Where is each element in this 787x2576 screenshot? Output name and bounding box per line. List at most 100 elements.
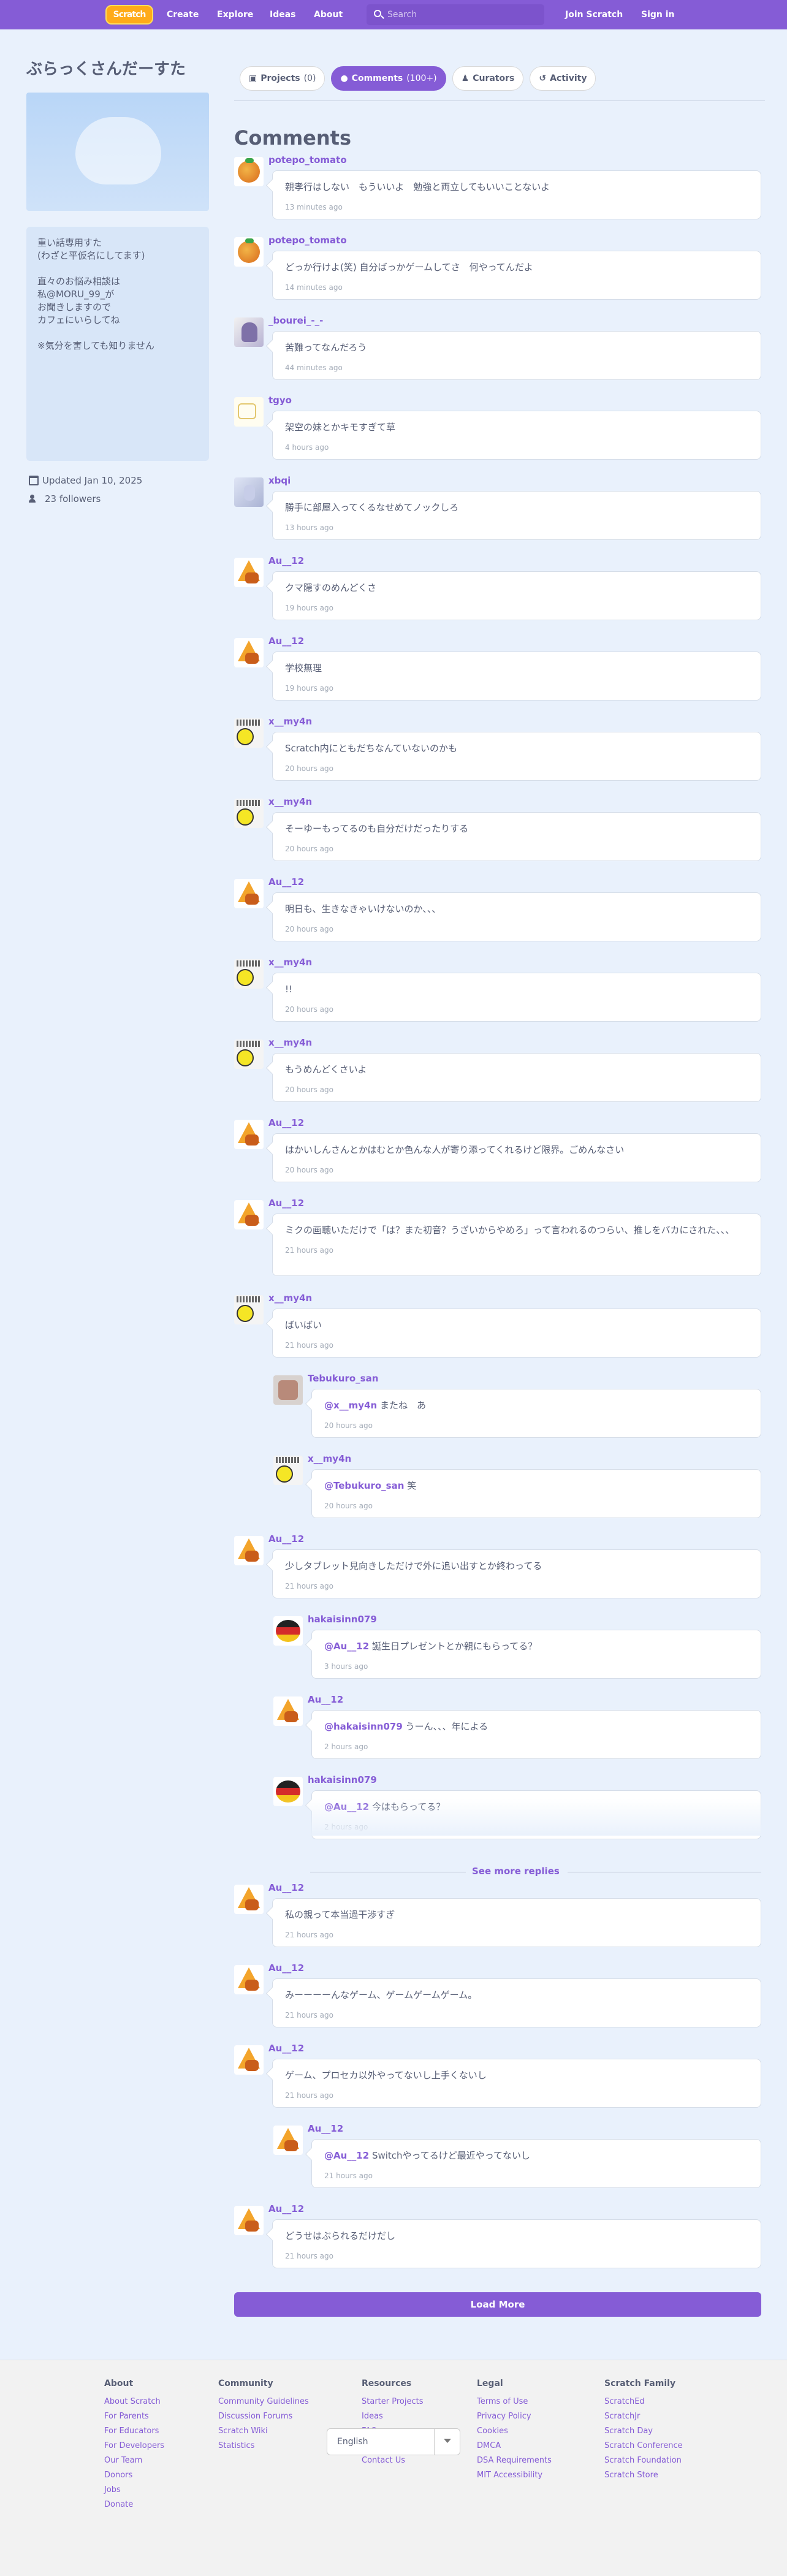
comment-username[interactable]: Au__12 (268, 1533, 304, 1544)
comment-username[interactable]: x__my4n (268, 1293, 312, 1304)
footer-link[interactable]: For Parents (104, 2409, 164, 2424)
comment-username[interactable]: x__my4n (268, 716, 312, 727)
user-avatar[interactable] (234, 799, 264, 828)
user-avatar[interactable] (273, 1696, 303, 1726)
see-more-replies-label[interactable]: See more replies (472, 1866, 560, 1877)
footer-link[interactable]: Scratch Day (604, 2424, 683, 2439)
footer-link[interactable]: Scratch Conference (604, 2439, 683, 2453)
search-input[interactable]: Search (367, 4, 544, 25)
comment-username[interactable]: Au__12 (308, 2123, 343, 2134)
footer-link[interactable]: DSA Requirements (477, 2453, 552, 2468)
user-avatar[interactable] (234, 718, 264, 748)
comment-username[interactable]: Au__12 (268, 1882, 304, 1893)
comment-mention[interactable]: @Tebukuro_san (324, 1480, 404, 1491)
footer-link[interactable]: Starter Projects (362, 2395, 423, 2409)
comment-username[interactable]: potepo_tomato (268, 154, 347, 165)
user-avatar[interactable] (234, 1885, 264, 1914)
footer-link[interactable]: Terms of Use (477, 2395, 552, 2409)
nav-ideas[interactable]: Ideas (270, 0, 296, 29)
tab-comments[interactable]: ● Comments (100+) (331, 66, 446, 91)
see-more-replies[interactable]: See more replies (310, 1866, 761, 1877)
nav-explore[interactable]: Explore (217, 0, 253, 29)
comment-username[interactable]: tgyo (268, 395, 292, 406)
footer-link[interactable]: Discussion Forums (218, 2409, 309, 2424)
footer-link[interactable]: Donate (104, 2498, 164, 2512)
footer-link[interactable]: Scratch Wiki (218, 2424, 309, 2439)
footer-link[interactable]: Cookies (477, 2424, 552, 2439)
comment-username[interactable]: hakaisinn079 (308, 1774, 377, 1785)
user-avatar[interactable] (234, 2045, 264, 2075)
comment-username[interactable]: Au__12 (308, 1694, 343, 1705)
chevron-down-icon[interactable] (434, 2429, 460, 2455)
comment-username[interactable]: x__my4n (268, 957, 312, 968)
footer-link[interactable]: DMCA (477, 2439, 552, 2453)
user-avatar[interactable] (234, 317, 264, 347)
comment-username[interactable]: x__my4n (308, 1453, 351, 1464)
footer-link[interactable]: Scratch Foundation (604, 2453, 683, 2468)
tab-projects[interactable]: ▣ Projects (0) (240, 66, 325, 91)
user-avatar[interactable] (234, 1120, 264, 1149)
footer-link[interactable]: Donors (104, 2468, 164, 2483)
footer-link[interactable]: ScratchJr (604, 2409, 683, 2424)
comment-mention[interactable]: @x__my4n (324, 1400, 377, 1411)
sign-in-link[interactable]: Sign in (641, 0, 675, 29)
language-select[interactable]: English (327, 2428, 460, 2455)
footer-link[interactable]: Scratch Store (604, 2468, 683, 2483)
user-avatar[interactable] (234, 237, 264, 267)
tab-activity[interactable]: ↺ Activity (530, 66, 596, 91)
footer-link[interactable]: For Educators (104, 2424, 164, 2439)
nav-create[interactable]: Create (167, 0, 199, 29)
scratch-logo[interactable]: Scratch (105, 5, 153, 25)
load-more-button[interactable]: Load More (234, 2292, 761, 2317)
footer-link[interactable]: MIT Accessibility (477, 2468, 552, 2483)
comment-username[interactable]: Au__12 (268, 1198, 304, 1209)
user-avatar[interactable] (273, 1456, 303, 1485)
comment-username[interactable]: xbqi (268, 475, 291, 486)
tab-curators[interactable]: ♟ Curators (452, 66, 524, 91)
comment-username[interactable]: x__my4n (268, 1037, 312, 1048)
user-avatar[interactable] (234, 879, 264, 908)
comment-username[interactable]: Au__12 (268, 636, 304, 647)
user-avatar[interactable] (234, 1200, 264, 1229)
comment-username[interactable]: Au__12 (268, 876, 304, 887)
user-avatar[interactable] (234, 1295, 264, 1324)
comment-username[interactable]: potepo_tomato (268, 235, 347, 246)
user-avatar[interactable] (273, 1616, 303, 1646)
comment-username[interactable]: Au__12 (268, 1117, 304, 1128)
footer-link[interactable]: Ideas (362, 2409, 423, 2424)
footer-link[interactable]: Statistics (218, 2439, 309, 2453)
user-avatar[interactable] (234, 638, 264, 667)
user-avatar[interactable] (234, 1536, 264, 1565)
user-avatar[interactable] (234, 397, 264, 427)
user-avatar[interactable] (234, 477, 264, 507)
user-avatar[interactable] (273, 2126, 303, 2155)
footer-link[interactable]: Contact Us (362, 2453, 423, 2468)
user-avatar[interactable] (234, 1965, 264, 1994)
footer-link[interactable]: Our Team (104, 2453, 164, 2468)
comment-username[interactable]: hakaisinn079 (308, 1614, 377, 1625)
comment-username[interactable]: Au__12 (268, 2043, 304, 2054)
comment-username[interactable]: Au__12 (268, 1962, 304, 1974)
comment-username[interactable]: Au__12 (268, 555, 304, 566)
nav-about[interactable]: About (314, 0, 343, 29)
user-avatar[interactable] (234, 558, 264, 587)
user-avatar[interactable] (234, 1039, 264, 1069)
user-avatar[interactable] (234, 959, 264, 989)
join-scratch-link[interactable]: Join Scratch (565, 0, 623, 29)
user-avatar[interactable] (234, 157, 264, 186)
comment-username[interactable]: x__my4n (268, 796, 312, 807)
user-avatar[interactable] (234, 2206, 264, 2235)
user-avatar[interactable] (273, 1375, 303, 1405)
comment-mention[interactable]: @hakaisinn079 (324, 1721, 403, 1732)
comment-username[interactable]: Tebukuro_san (308, 1373, 378, 1384)
comment-username[interactable]: _bourei_-_- (268, 315, 323, 326)
footer-link[interactable]: Community Guidelines (218, 2395, 309, 2409)
comment-mention[interactable]: @Au__12 (324, 1641, 369, 1652)
footer-link[interactable]: For Developers (104, 2439, 164, 2453)
footer-link[interactable]: ScratchEd (604, 2395, 683, 2409)
footer-link[interactable]: About Scratch (104, 2395, 164, 2409)
footer-link[interactable]: Privacy Policy (477, 2409, 552, 2424)
footer-link[interactable]: Jobs (104, 2483, 164, 2498)
comment-username[interactable]: Au__12 (268, 2203, 304, 2214)
comment-mention[interactable]: @Au__12 (324, 2150, 369, 2161)
